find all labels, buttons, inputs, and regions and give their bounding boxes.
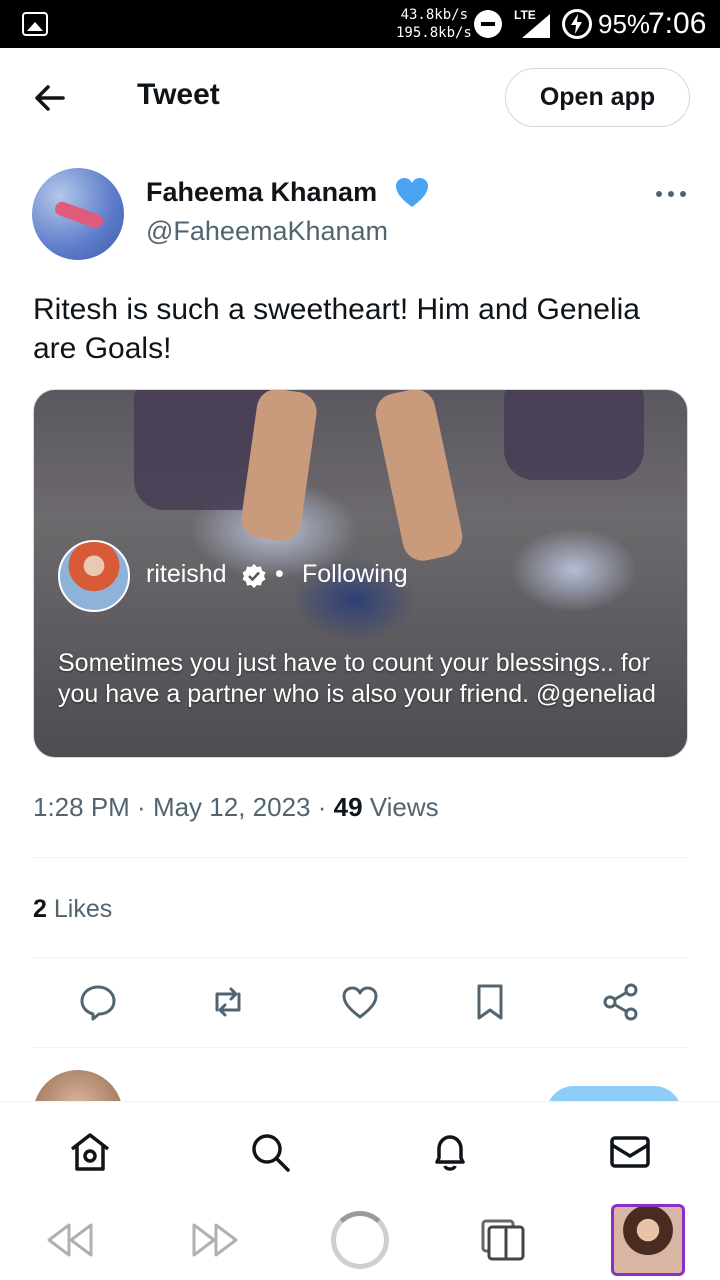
tweet-text: Ritesh is such a sweetheart! Him and Gen…: [33, 293, 640, 365]
tweet-date: May 12, 2023: [152, 792, 311, 822]
verified-check-icon: [242, 564, 266, 588]
arrow-left-icon: [35, 85, 65, 111]
fast-forward-icon[interactable]: [190, 1217, 240, 1263]
likes-summary[interactable]: 2 Likes: [33, 895, 112, 924]
media-leg-right: [371, 390, 467, 565]
views-count: 49: [333, 792, 363, 822]
divider: [33, 1047, 688, 1048]
signal-icon: [522, 14, 550, 38]
back-button[interactable]: [30, 78, 70, 118]
more-options-icon[interactable]: [654, 182, 688, 206]
bookmark-icon[interactable]: [470, 982, 510, 1022]
clock: 7:06: [648, 7, 707, 40]
network-speed: 43.8kb/s 195.8kb/s: [396, 6, 472, 42]
media-leg-left: [238, 390, 320, 544]
divider: [33, 857, 688, 858]
tweet-time: 1:28 PM: [33, 792, 130, 822]
like-icon[interactable]: [340, 982, 380, 1022]
tweet-media[interactable]: riteishd • Following Sometimes you just …: [33, 389, 688, 758]
page-title: Tweet: [137, 78, 220, 111]
tabs-icon[interactable]: [479, 1217, 529, 1263]
battery-percent: 95%: [598, 9, 651, 39]
browser-profile-thumbnail[interactable]: [611, 1204, 685, 1276]
search-icon[interactable]: [248, 1130, 292, 1174]
author-avatar[interactable]: [32, 168, 124, 260]
browser-bar: [0, 1201, 720, 1280]
home-icon[interactable]: [68, 1130, 112, 1174]
author-name[interactable]: Faheema Khanam: [146, 177, 377, 208]
verified-heart-icon: [396, 178, 428, 207]
views-label: Views: [369, 792, 439, 822]
messages-icon[interactable]: [608, 1130, 652, 1174]
open-app-button[interactable]: Open app: [505, 68, 690, 127]
rewind-icon[interactable]: [45, 1217, 95, 1263]
media-username: riteishd: [146, 560, 227, 588]
likes-count: 2: [33, 895, 47, 923]
upload-speed: 43.8kb/s: [400, 7, 468, 23]
loading-spinner: [331, 1211, 389, 1269]
download-speed: 195.8kb/s: [396, 25, 472, 41]
likes-label: Likes: [53, 895, 113, 923]
top-bar: Tweet Open app: [0, 48, 720, 148]
retweet-icon[interactable]: [208, 982, 248, 1022]
bottom-navigation: [0, 1101, 720, 1201]
media-caption: Sometimes you just have to count your bl…: [58, 649, 656, 708]
reply-icon[interactable]: [78, 982, 118, 1022]
author-handle[interactable]: @FaheemaKhanam: [146, 216, 388, 247]
image-notification-icon: [22, 12, 48, 36]
battery-saver-icon: [562, 9, 592, 39]
media-user-avatar: [58, 540, 130, 612]
notifications-icon[interactable]: [428, 1130, 472, 1174]
share-icon[interactable]: [601, 982, 641, 1022]
media-following-label: Following: [302, 560, 408, 588]
tweet-meta: 1:28 PM · May 12, 2023 · 49 Views: [33, 792, 439, 822]
divider: [33, 957, 688, 958]
do-not-disturb-icon: [474, 10, 502, 38]
status-bar: 43.8kb/s 195.8kb/s LTE 95% 7:06: [0, 0, 720, 48]
media-separator: •: [275, 560, 284, 588]
